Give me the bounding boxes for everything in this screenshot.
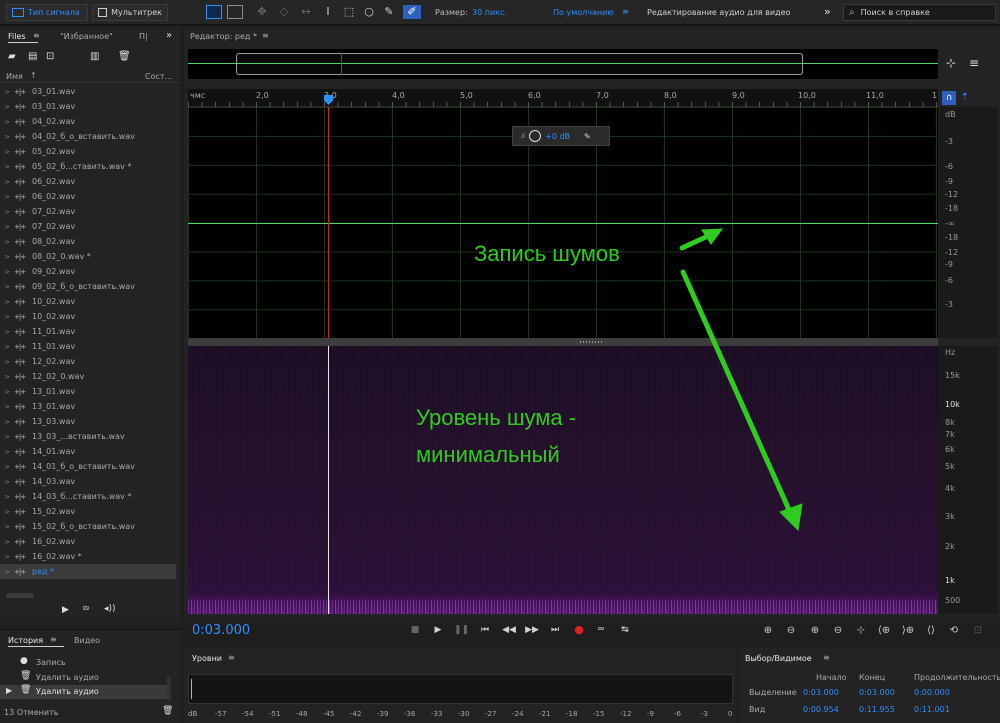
selection-view-title: Выбор/Видимое — [745, 654, 812, 663]
history-panel: История ≡ Видео ● Запись 🗑 Удалить аудио… — [0, 629, 181, 723]
delete-history-icon: 🗑 — [20, 685, 32, 695]
levels-scale-label: -51 — [269, 710, 281, 718]
levels-scale-label: -42 — [350, 710, 362, 718]
zoom-selection-icon[interactable]: ⟨⟩ — [923, 625, 939, 636]
selection-end-value[interactable]: 0:03.000 — [859, 688, 895, 697]
zoom-out-amplitude-icon[interactable]: ⊖ — [783, 625, 799, 636]
selection-view-panel: Выбор/Видимое ≡ Начало Конец Продолжител… — [739, 648, 1000, 723]
levels-scale-label: -24 — [512, 710, 524, 718]
levels-scale-label: -48 — [296, 710, 308, 718]
view-start-value[interactable]: 0:00.954 — [803, 705, 839, 714]
levels-scale-label: -45 — [323, 710, 335, 718]
zoom-in-time-icon[interactable]: ⊕ — [807, 625, 823, 636]
levels-scale-label: -39 — [377, 710, 389, 718]
history-menu-icon[interactable]: ≡ — [50, 635, 57, 644]
levels-scale-label: -36 — [404, 710, 416, 718]
history-item-current[interactable]: ▶ 🗑 Удалить аудио — [0, 685, 170, 699]
column-end: Конец — [859, 673, 886, 682]
history-item-label: Запись — [36, 658, 66, 667]
row-view-label: Вид — [749, 705, 766, 714]
delete-history-icon: 🗑 — [20, 671, 32, 681]
history-item-label: Удалить аудио — [36, 673, 99, 682]
zoom-in-point-out-icon[interactable]: ⟩⊕ — [900, 625, 916, 636]
undo-count: 13 Отменить — [4, 708, 59, 717]
selection-start-value[interactable]: 0:03.000 — [803, 688, 839, 697]
history-item[interactable]: ● Запись — [0, 656, 170, 670]
history-tab-underline — [8, 646, 64, 647]
levels-scale-label: -33 — [431, 710, 443, 718]
levels-scale-label: -18 — [566, 710, 578, 718]
rewind-icon[interactable]: ◀◀ — [502, 625, 516, 635]
loop-playback-icon[interactable]: ⮹ — [594, 625, 608, 635]
history-item[interactable]: 🗑 Удалить аудио — [0, 671, 170, 685]
record-history-icon: ● — [20, 656, 28, 666]
level-meter-peak — [191, 679, 192, 699]
levels-menu-icon[interactable]: ≡ — [228, 653, 235, 662]
selection-duration-value[interactable]: 0:00.000 — [914, 688, 950, 697]
column-start: Начало — [816, 673, 847, 682]
row-selection-label: Выделение — [749, 688, 797, 697]
delete-history-button-icon[interactable]: 🗑 — [162, 706, 173, 716]
annotation-arrows — [679, 228, 803, 532]
go-to-start-icon[interactable]: ⏮ — [478, 625, 492, 635]
levels-scale-label: -30 — [458, 710, 470, 718]
zoom-out-full-icon[interactable]: ⊹ — [853, 625, 869, 636]
arrow-head-spectral — [779, 503, 803, 532]
fast-forward-icon[interactable]: ▶▶ — [525, 625, 539, 635]
levels-scale-label: -21 — [539, 710, 551, 718]
skip-selection-icon[interactable]: ↹ — [618, 625, 632, 635]
level-meter — [188, 674, 733, 704]
arrow-to-waveform — [679, 233, 711, 251]
levels-scale-label: -3 — [701, 710, 708, 718]
column-duration: Продолжительность — [914, 673, 1000, 682]
zoom-out-time-icon[interactable]: ⊖ — [830, 625, 846, 636]
play-icon[interactable]: ▶ — [431, 625, 445, 635]
zoom-in-point-in-icon[interactable]: ⟨⊕ — [876, 625, 892, 636]
history-scrollbar[interactable] — [167, 677, 171, 701]
history-item-label: Удалить аудио — [36, 687, 99, 696]
levels-title: Уровни — [192, 654, 222, 663]
current-time-display[interactable]: 0:03.000 — [192, 623, 250, 638]
record-icon[interactable]: ● — [572, 623, 586, 636]
levels-scale-label: -57 — [215, 710, 227, 718]
go-to-end-icon[interactable]: ⏭ — [548, 625, 562, 635]
stop-icon[interactable]: ■ — [408, 625, 422, 635]
levels-scale-label: 0 — [728, 710, 733, 718]
view-duration-value[interactable]: 0:11.001 — [914, 705, 950, 714]
pause-icon[interactable]: ❚❚ — [454, 625, 469, 635]
transport-bar: 0:03.000 ■ ▶ ❚❚ ⏮ ◀◀ ▶▶ ⏭ ● ⮹ ↹ ⊕ ⊖ ⊕ ⊖ … — [188, 620, 1000, 642]
levels-panel: Уровни ≡ dB -57 -54 -51 -48 -45 -42 -39 -36 -33 -3… — [184, 648, 736, 723]
view-end-value[interactable]: 0:11.955 — [859, 705, 895, 714]
levels-scale-label: -9 — [647, 710, 654, 718]
tab-video[interactable]: Видео — [74, 636, 100, 645]
levels-scale-label: -6 — [674, 710, 681, 718]
arrow-to-spectral — [680, 269, 793, 515]
selection-view-menu-icon[interactable]: ≡ — [823, 653, 830, 662]
levels-scale: dB -57 -54 -51 -48 -45 -42 -39 -36 -33 -30 -27 -24 -2… — [188, 710, 733, 720]
zoom-reset-icon[interactable]: ⟲ — [946, 625, 962, 636]
levels-scale-label: dB — [188, 710, 198, 718]
levels-scale-label: -54 — [242, 710, 254, 718]
levels-scale-label: -27 — [485, 710, 497, 718]
levels-scale-label: -15 — [593, 710, 605, 718]
tab-history[interactable]: История — [8, 636, 43, 645]
zoom-to-selected-icon[interactable]: ⊡ — [970, 625, 986, 636]
levels-scale-label: -12 — [620, 710, 632, 718]
current-state-arrow-icon: ▶ — [6, 686, 13, 695]
zoom-in-amplitude-icon[interactable]: ⊕ — [760, 625, 776, 636]
